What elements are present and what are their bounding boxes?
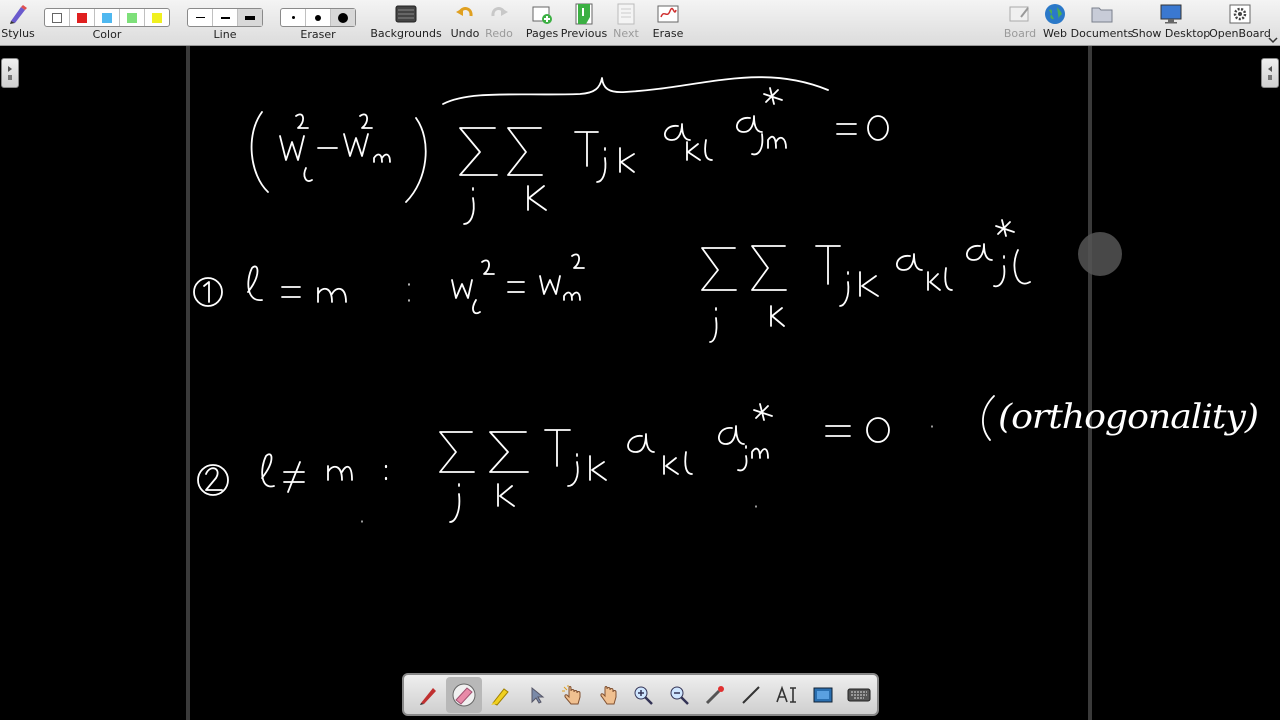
line-width-selector[interactable] (187, 8, 263, 27)
next-page-button[interactable]: Next (612, 0, 640, 46)
marker-icon (490, 687, 509, 706)
left-panel-toggle[interactable] (1, 58, 19, 88)
documents-button[interactable]: Documents (1071, 0, 1133, 46)
board-icon (1009, 0, 1031, 28)
add-page-icon (531, 0, 553, 28)
main-toolbar: Stylus Color Line Eraser Backgrounds Und… (0, 0, 1280, 46)
left-margin (0, 46, 186, 720)
hand-icon (599, 685, 617, 704)
stylus-icon (7, 0, 29, 28)
undo-icon (455, 0, 475, 28)
color-swatch-blue[interactable] (95, 9, 120, 26)
undo-button[interactable]: Undo (450, 0, 480, 46)
eraser-size-selector[interactable] (280, 8, 356, 27)
right-panel-toggle[interactable] (1261, 58, 1279, 88)
line-thin[interactable] (188, 9, 213, 26)
color-group: Color (44, 0, 170, 46)
zoom-out-icon (670, 686, 690, 705)
interact-hand-icon (561, 684, 581, 704)
hand-tool[interactable] (590, 677, 626, 713)
web-button[interactable]: Web (1041, 0, 1069, 46)
line-group: Line (187, 0, 263, 46)
stylus-button[interactable]: Stylus (1, 0, 35, 46)
erase-all-icon (657, 0, 679, 28)
color-swatch-yellow[interactable] (145, 9, 169, 26)
pointer-cursor (1078, 232, 1122, 276)
text-tool[interactable] (769, 677, 805, 713)
zoom-out-tool[interactable] (661, 677, 697, 713)
eraser-small[interactable] (281, 9, 306, 26)
expand-right-icon (8, 66, 12, 80)
capture-tool[interactable] (805, 677, 841, 713)
capture-icon (813, 687, 833, 702)
folder-icon (1091, 0, 1113, 28)
next-page-icon (616, 0, 636, 28)
selector-tool[interactable] (518, 677, 554, 713)
eraser-icon (452, 683, 476, 706)
laser-pointer-tool[interactable] (697, 677, 733, 713)
keyboard-tool[interactable] (841, 677, 877, 713)
eraser-medium[interactable] (306, 9, 331, 26)
openboard-menu-button[interactable]: OpenBoard (1209, 0, 1271, 46)
whiteboard-canvas[interactable] (186, 46, 1092, 720)
show-desktop-button[interactable]: Show Desktop (1132, 0, 1210, 46)
expand-left-icon (1268, 66, 1272, 80)
eraser-group: Eraser (280, 0, 356, 46)
color-selector[interactable] (44, 8, 170, 27)
erase-button[interactable]: Erase (653, 0, 683, 46)
board-button[interactable]: Board (1004, 0, 1036, 46)
pages-button[interactable]: Pages (526, 0, 558, 46)
previous-page-icon (574, 0, 594, 28)
line-icon (742, 685, 760, 704)
zoom-in-tool[interactable] (626, 677, 662, 713)
line-medium[interactable] (213, 9, 238, 26)
globe-icon (1044, 0, 1066, 28)
pen-tool[interactable] (410, 677, 446, 713)
color-swatch-white[interactable] (45, 9, 70, 26)
gear-icon (1229, 0, 1251, 28)
desktop-icon (1160, 0, 1182, 28)
marker-tool[interactable] (482, 677, 518, 713)
previous-page-button[interactable]: Previous (561, 0, 607, 46)
selector-icon (531, 686, 545, 704)
keyboard-icon (847, 688, 871, 701)
pen-icon (419, 687, 436, 705)
color-swatch-red[interactable] (70, 9, 95, 26)
right-margin (1092, 46, 1280, 720)
eraser-tool[interactable] (445, 676, 482, 713)
color-swatch-green[interactable] (120, 9, 145, 26)
line-tool[interactable] (733, 677, 769, 713)
line-thick[interactable] (238, 9, 262, 26)
zoom-in-icon (634, 686, 654, 705)
backgrounds-icon (395, 0, 417, 28)
laser-pointer-icon (706, 685, 725, 704)
text-icon (776, 685, 797, 703)
stylus-palette (402, 673, 879, 716)
redo-icon (489, 0, 509, 28)
interact-tool[interactable] (554, 677, 590, 713)
redo-button[interactable]: Redo (485, 0, 513, 46)
eraser-large[interactable] (331, 9, 355, 26)
backgrounds-button[interactable]: Backgrounds (370, 0, 442, 46)
